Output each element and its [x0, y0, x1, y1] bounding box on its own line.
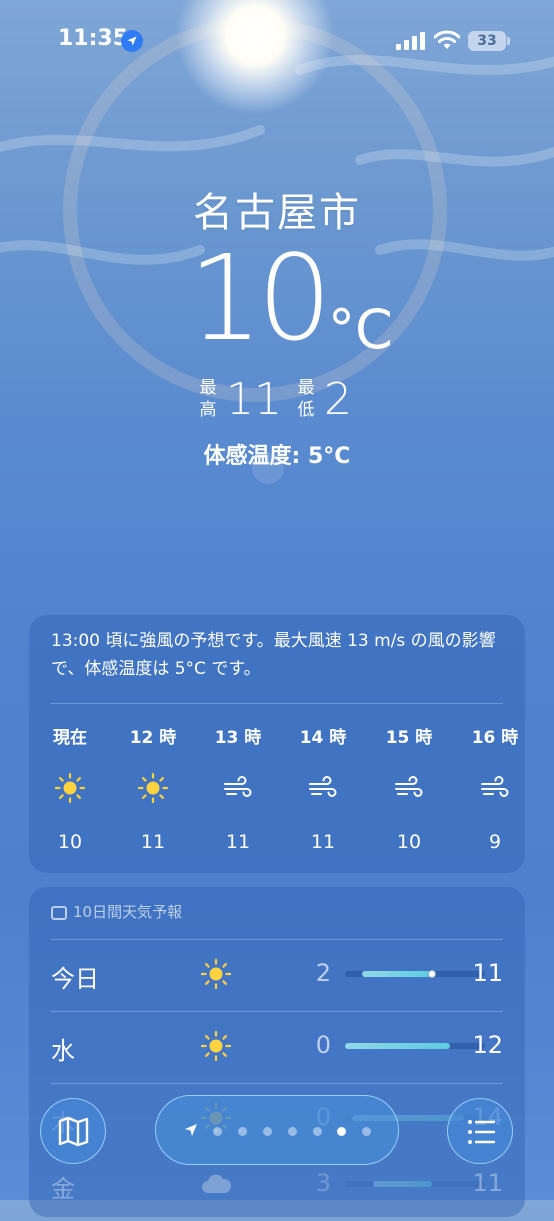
- day-row[interactable]: 今日 2 11: [51, 941, 503, 1011]
- wind-icon: [309, 776, 337, 797]
- bottom-toolbar: [0, 1085, 554, 1165]
- wind-icon: [481, 776, 509, 797]
- location-arrow-icon: [185, 1124, 197, 1136]
- cellular-signal-icon: [396, 32, 425, 50]
- hour-item[interactable]: 16 時 9: [460, 723, 530, 853]
- temperature-range-fill: [361, 971, 432, 977]
- hour-item[interactable]: 14 時 11: [288, 723, 358, 853]
- wifi-icon: [434, 30, 460, 49]
- day-low: 2: [315, 959, 331, 987]
- hour-temperature: 10: [396, 831, 422, 853]
- sun-icon: [200, 958, 232, 990]
- day-high: 12: [472, 1031, 503, 1059]
- sun-icon: [137, 772, 169, 804]
- hour-label: 13 時: [214, 728, 262, 748]
- high-low: 最 高 11 最 低 2: [198, 374, 378, 428]
- page-indicator[interactable]: [155, 1095, 399, 1165]
- map-icon: [58, 1116, 89, 1147]
- hourly-forecast-card[interactable]: 13:00 頃に強風の予想です。最大風速 13 m/s の風の影響で、体感温度は…: [29, 615, 525, 873]
- hour-item[interactable]: 12 時 11: [118, 723, 188, 853]
- high-label-1: 最: [199, 378, 217, 398]
- status-time: 11:35: [58, 26, 129, 51]
- hour-item[interactable]: 13 時 11: [203, 723, 273, 853]
- status-bar: 11:35 33: [0, 0, 554, 84]
- divider: [51, 939, 503, 940]
- day-name: 今日: [51, 965, 99, 993]
- hour-temperature: 9: [488, 831, 502, 853]
- sun-icon: [200, 1030, 232, 1062]
- day-high: 11: [472, 959, 503, 987]
- temperature-range-fill: [345, 1043, 450, 1049]
- temperature-unit: °C: [328, 298, 393, 361]
- high-label-2: 高: [199, 400, 217, 420]
- hour-temperature: 11: [310, 831, 336, 853]
- sun-icon: [54, 772, 86, 804]
- temperature-range-fill: [373, 1181, 432, 1187]
- battery-icon: 33: [468, 31, 506, 51]
- ten-day-forecast-card[interactable]: 10日間天気予報 今日 2 11 水 0 12 木 0 14 金: [29, 887, 525, 1217]
- wind-icon: [224, 776, 252, 797]
- cloud-icon: [202, 1174, 232, 1193]
- high-temperature: 11: [226, 374, 282, 425]
- page-dot-active[interactable]: [337, 1127, 346, 1136]
- ten-day-title-text: 10日間天気予報: [73, 903, 183, 921]
- hour-item[interactable]: 現在 10: [35, 723, 105, 853]
- hour-label: 14 時: [299, 728, 347, 748]
- map-button[interactable]: [40, 1098, 106, 1164]
- page-dot[interactable]: [288, 1127, 297, 1136]
- feels-like: 体感温度: 5°C: [203, 444, 351, 469]
- low-label-1: 最: [297, 378, 315, 398]
- page-dot[interactable]: [213, 1127, 222, 1136]
- current-weather: 名古屋市 10 °C 最 高 11 最 低 2 体感温度: 5°C: [0, 180, 554, 469]
- ten-day-title: 10日間天気予報: [51, 901, 182, 922]
- page-dot[interactable]: [238, 1127, 247, 1136]
- day-low: 3: [315, 1169, 331, 1197]
- hour-temperature: 11: [140, 831, 166, 853]
- divider: [51, 1083, 503, 1084]
- calendar-icon: [51, 906, 67, 920]
- low-temperature: 2: [324, 374, 352, 425]
- day-row[interactable]: 水 0 12: [51, 1013, 503, 1083]
- battery-nub: [507, 37, 510, 45]
- divider: [51, 703, 503, 704]
- list-icon: [468, 1120, 496, 1144]
- hour-temperature: 11: [225, 831, 251, 853]
- day-high: 11: [472, 1169, 503, 1197]
- divider: [51, 1011, 503, 1012]
- page-dot[interactable]: [313, 1127, 322, 1136]
- page-dot[interactable]: [263, 1127, 272, 1136]
- hour-item[interactable]: 15 時 10: [374, 723, 444, 853]
- day-low: 0: [315, 1031, 331, 1059]
- current-temperature-dot: [427, 970, 436, 978]
- hour-temperature: 10: [57, 831, 83, 853]
- low-label-2: 低: [297, 400, 315, 420]
- hour-label: 現在: [53, 728, 87, 748]
- day-name: 水: [51, 1037, 75, 1065]
- current-temperature: 10: [188, 229, 332, 367]
- hour-label: 15 時: [385, 728, 433, 748]
- wind-icon: [395, 776, 423, 797]
- hour-label: 12 時: [129, 728, 177, 748]
- page-dot[interactable]: [362, 1127, 371, 1136]
- forecast-summary: 13:00 頃に強風の予想です。最大風速 13 m/s の風の影響で、体感温度は…: [51, 631, 496, 679]
- hour-label: 16 時: [471, 728, 519, 748]
- list-button[interactable]: [447, 1098, 513, 1164]
- day-name: 金: [51, 1175, 75, 1203]
- location-arrow-icon: [121, 30, 143, 52]
